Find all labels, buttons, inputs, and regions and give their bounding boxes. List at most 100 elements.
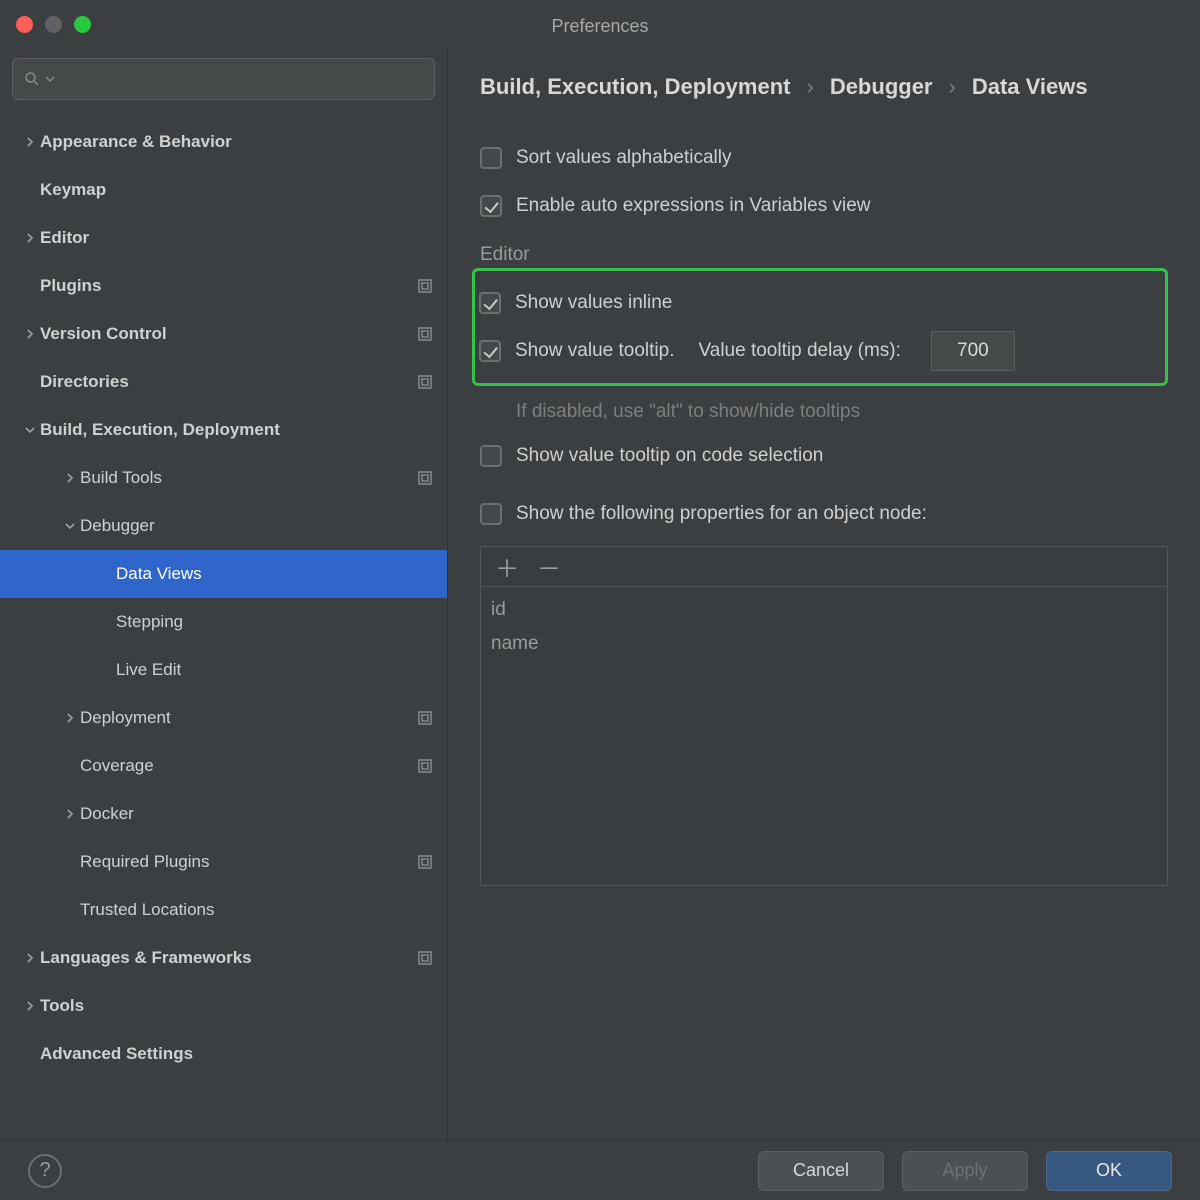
maximize-window-button[interactable] [74,16,91,33]
tooltip-delay-input[interactable] [931,331,1015,371]
chevron-right-icon [20,1001,40,1011]
close-window-button[interactable] [16,16,33,33]
sidebar-item-label: Trusted Locations [80,900,433,920]
option-show-value-tooltip[interactable]: Show value tooltip. Value tooltip delay … [479,327,1155,375]
search-container [0,48,447,114]
remove-icon[interactable]: － [537,549,561,584]
settings-content: Build, Execution, Deployment › Debugger … [448,48,1200,1140]
option-label: Show the following properties for an obj… [516,503,927,525]
sidebar-item-build-execution-deployment[interactable]: Build, Execution, Deployment [0,406,447,454]
option-label: Show value tooltip on code selection [516,445,823,467]
settings-tree: Appearance & Behavior Keymap Editor Plugins… [0,114,447,1140]
project-scope-icon [417,374,433,390]
sidebar-item-plugins[interactable]: Plugins [0,262,447,310]
sidebar-item-label: Tools [40,996,433,1016]
sidebar-item-coverage[interactable]: Coverage [0,742,447,790]
section-header-editor: Editor [480,244,1168,266]
checkbox-unchecked[interactable] [480,147,502,169]
search-input[interactable] [12,58,435,100]
sidebar-item-live-edit[interactable]: Live Edit [0,646,447,694]
chevron-right-icon [20,233,40,243]
breadcrumb-segment[interactable]: Data Views [972,74,1088,100]
option-object-node-properties[interactable]: Show the following properties for an obj… [480,490,1168,538]
cancel-button[interactable]: Cancel [758,1151,884,1191]
project-scope-icon [417,470,433,486]
option-auto-expressions[interactable]: Enable auto expressions in Variables vie… [480,182,1168,230]
project-scope-icon [417,326,433,342]
checkbox-checked[interactable] [479,292,501,314]
breadcrumb-segment[interactable]: Debugger [830,74,933,100]
properties-list-box: ＋ － idname [480,546,1168,886]
sidebar-item-label: Plugins [40,276,409,296]
option-label: Show values inline [515,292,672,314]
apply-button[interactable]: Apply [902,1151,1028,1191]
chevron-down-icon [45,74,55,84]
chevron-right-icon [60,809,80,819]
project-scope-icon [417,278,433,294]
checkbox-unchecked[interactable] [480,445,502,467]
chevron-right-icon: › [806,74,813,100]
sidebar-item-languages-frameworks[interactable]: Languages & Frameworks [0,934,447,982]
checkbox-checked[interactable] [479,340,501,362]
sidebar-item-label: Advanced Settings [40,1044,433,1064]
sidebar-item-debugger[interactable]: Debugger [0,502,447,550]
chevron-down-icon [60,521,80,531]
sidebar-item-label: Required Plugins [80,852,409,872]
option-show-values-inline[interactable]: Show values inline [479,279,1155,327]
help-button[interactable]: ? [28,1154,62,1188]
sidebar-item-label: Directories [40,372,409,392]
option-label: Sort values alphabetically [516,147,731,169]
option-hint: If disabled, use "alt" to show/hide tool… [480,392,1168,432]
chevron-right-icon [60,473,80,483]
sidebar-item-label: Data Views [116,564,433,584]
sidebar-item-build-tools[interactable]: Build Tools [0,454,447,502]
delay-label: Value tooltip delay (ms): [699,340,901,362]
sidebar-item-required-plugins[interactable]: Required Plugins [0,838,447,886]
chevron-right-icon [20,329,40,339]
dialog-footer: ? Cancel Apply OK [0,1140,1200,1200]
checkbox-checked[interactable] [480,195,502,217]
sidebar-item-keymap[interactable]: Keymap [0,166,447,214]
preferences-sidebar: Appearance & Behavior Keymap Editor Plugins… [0,48,448,1140]
property-list-item[interactable]: name [491,627,1157,661]
option-tooltip-on-selection[interactable]: Show value tooltip on code selection [480,432,1168,480]
ok-button[interactable]: OK [1046,1151,1172,1191]
sidebar-item-label: Appearance & Behavior [40,132,433,152]
sidebar-item-label: Build Tools [80,468,409,488]
sidebar-item-label: Keymap [40,180,433,200]
sidebar-item-label: Docker [80,804,433,824]
property-list-item[interactable]: id [491,593,1157,627]
sidebar-item-label: Coverage [80,756,409,776]
sidebar-item-tools[interactable]: Tools [0,982,447,1030]
option-sort-alphabetically[interactable]: Sort values alphabetically [480,134,1168,182]
window-title: Preferences [551,12,648,37]
option-label: Enable auto expressions in Variables vie… [516,195,871,217]
titlebar: Preferences [0,0,1200,48]
sidebar-item-advanced-settings[interactable]: Advanced Settings [0,1030,447,1078]
sidebar-item-trusted-locations[interactable]: Trusted Locations [0,886,447,934]
sidebar-item-version-control[interactable]: Version Control [0,310,447,358]
sidebar-item-label: Deployment [80,708,409,728]
sidebar-item-directories[interactable]: Directories [0,358,447,406]
sidebar-item-docker[interactable]: Docker [0,790,447,838]
sidebar-item-appearance-behavior[interactable]: Appearance & Behavior [0,118,447,166]
sidebar-item-editor[interactable]: Editor [0,214,447,262]
sidebar-item-data-views[interactable]: Data Views [0,550,447,598]
properties-toolbar: ＋ － [481,547,1167,587]
breadcrumb-segment[interactable]: Build, Execution, Deployment [480,74,790,100]
sidebar-item-label: Languages & Frameworks [40,948,409,968]
chevron-down-icon [20,425,40,435]
sidebar-item-label: Stepping [116,612,433,632]
highlighted-region: Show values inline Show value tooltip. V… [472,268,1168,386]
sidebar-item-deployment[interactable]: Deployment [0,694,447,742]
project-scope-icon [417,854,433,870]
chevron-right-icon [60,713,80,723]
add-icon[interactable]: ＋ [495,549,519,584]
properties-list[interactable]: idname [481,587,1167,667]
minimize-window-button[interactable] [45,16,62,33]
sidebar-item-stepping[interactable]: Stepping [0,598,447,646]
window-controls [16,16,91,33]
chevron-right-icon [20,953,40,963]
option-label: Show value tooltip. [515,340,675,362]
checkbox-unchecked[interactable] [480,503,502,525]
